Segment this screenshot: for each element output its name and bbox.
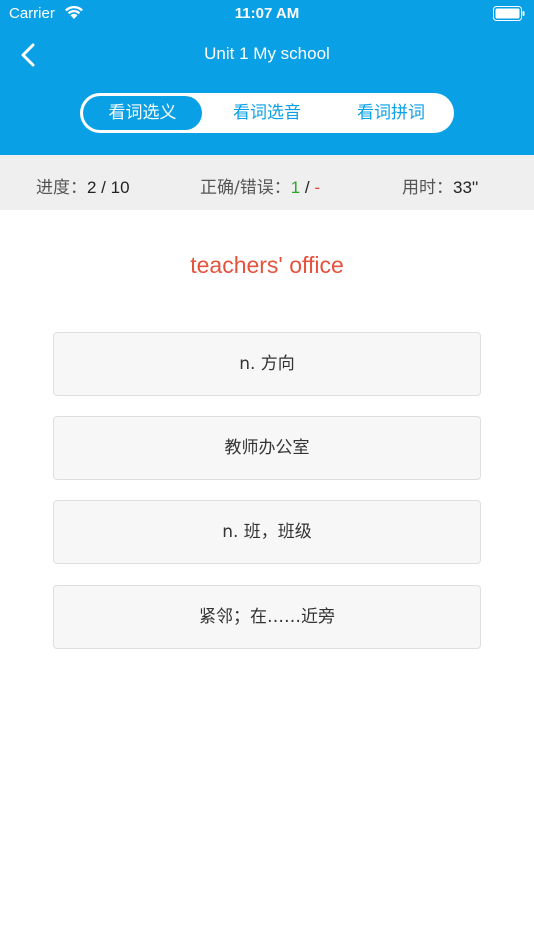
- progress-label: 进度：: [36, 178, 87, 198]
- page-title: Unit 1 My school: [204, 44, 330, 63]
- score-label: 正确/错误：: [200, 178, 291, 198]
- answer-option[interactable]: n. 方向: [53, 332, 481, 396]
- progress-stat: 进度：2 / 10: [36, 173, 130, 198]
- tab-see-word-choose-sound[interactable]: 看词选音: [207, 93, 327, 133]
- answer-option[interactable]: 教师办公室: [53, 416, 481, 480]
- answer-option[interactable]: n. 班，班级: [53, 500, 481, 564]
- tab-see-word-spell[interactable]: 看词拼词: [330, 93, 452, 133]
- tab-see-word-choose-meaning[interactable]: 看词选义: [83, 96, 202, 130]
- status-time: 11:07 AM: [234, 5, 300, 22]
- question-word: teachers' office: [190, 252, 344, 278]
- time-value: 33'': [453, 178, 479, 197]
- score-separator: /: [300, 178, 315, 197]
- battery-icon: [493, 6, 525, 21]
- answer-option[interactable]: 紧邻；在……近旁: [53, 585, 481, 649]
- wrong-count: -: [314, 178, 321, 197]
- stats-bar: 进度：2 / 10 正确/错误：1 / - 用时：33'': [0, 155, 534, 210]
- header: Carrier 11:07 AM Unit 1 My school 看词选义 看…: [0, 0, 534, 155]
- progress-value: 2 / 10: [87, 178, 130, 197]
- status-bar: Carrier 11:07 AM: [0, 0, 534, 28]
- nav-bar: Unit 1 My school: [0, 30, 534, 80]
- score-stat: 正确/错误：1 / -: [200, 173, 320, 198]
- time-stat: 用时：33'': [402, 173, 478, 198]
- mode-tabs: 看词选义 看词选音 看词拼词: [80, 93, 454, 133]
- time-label: 用时：: [402, 178, 453, 198]
- correct-count: 1: [290, 178, 301, 197]
